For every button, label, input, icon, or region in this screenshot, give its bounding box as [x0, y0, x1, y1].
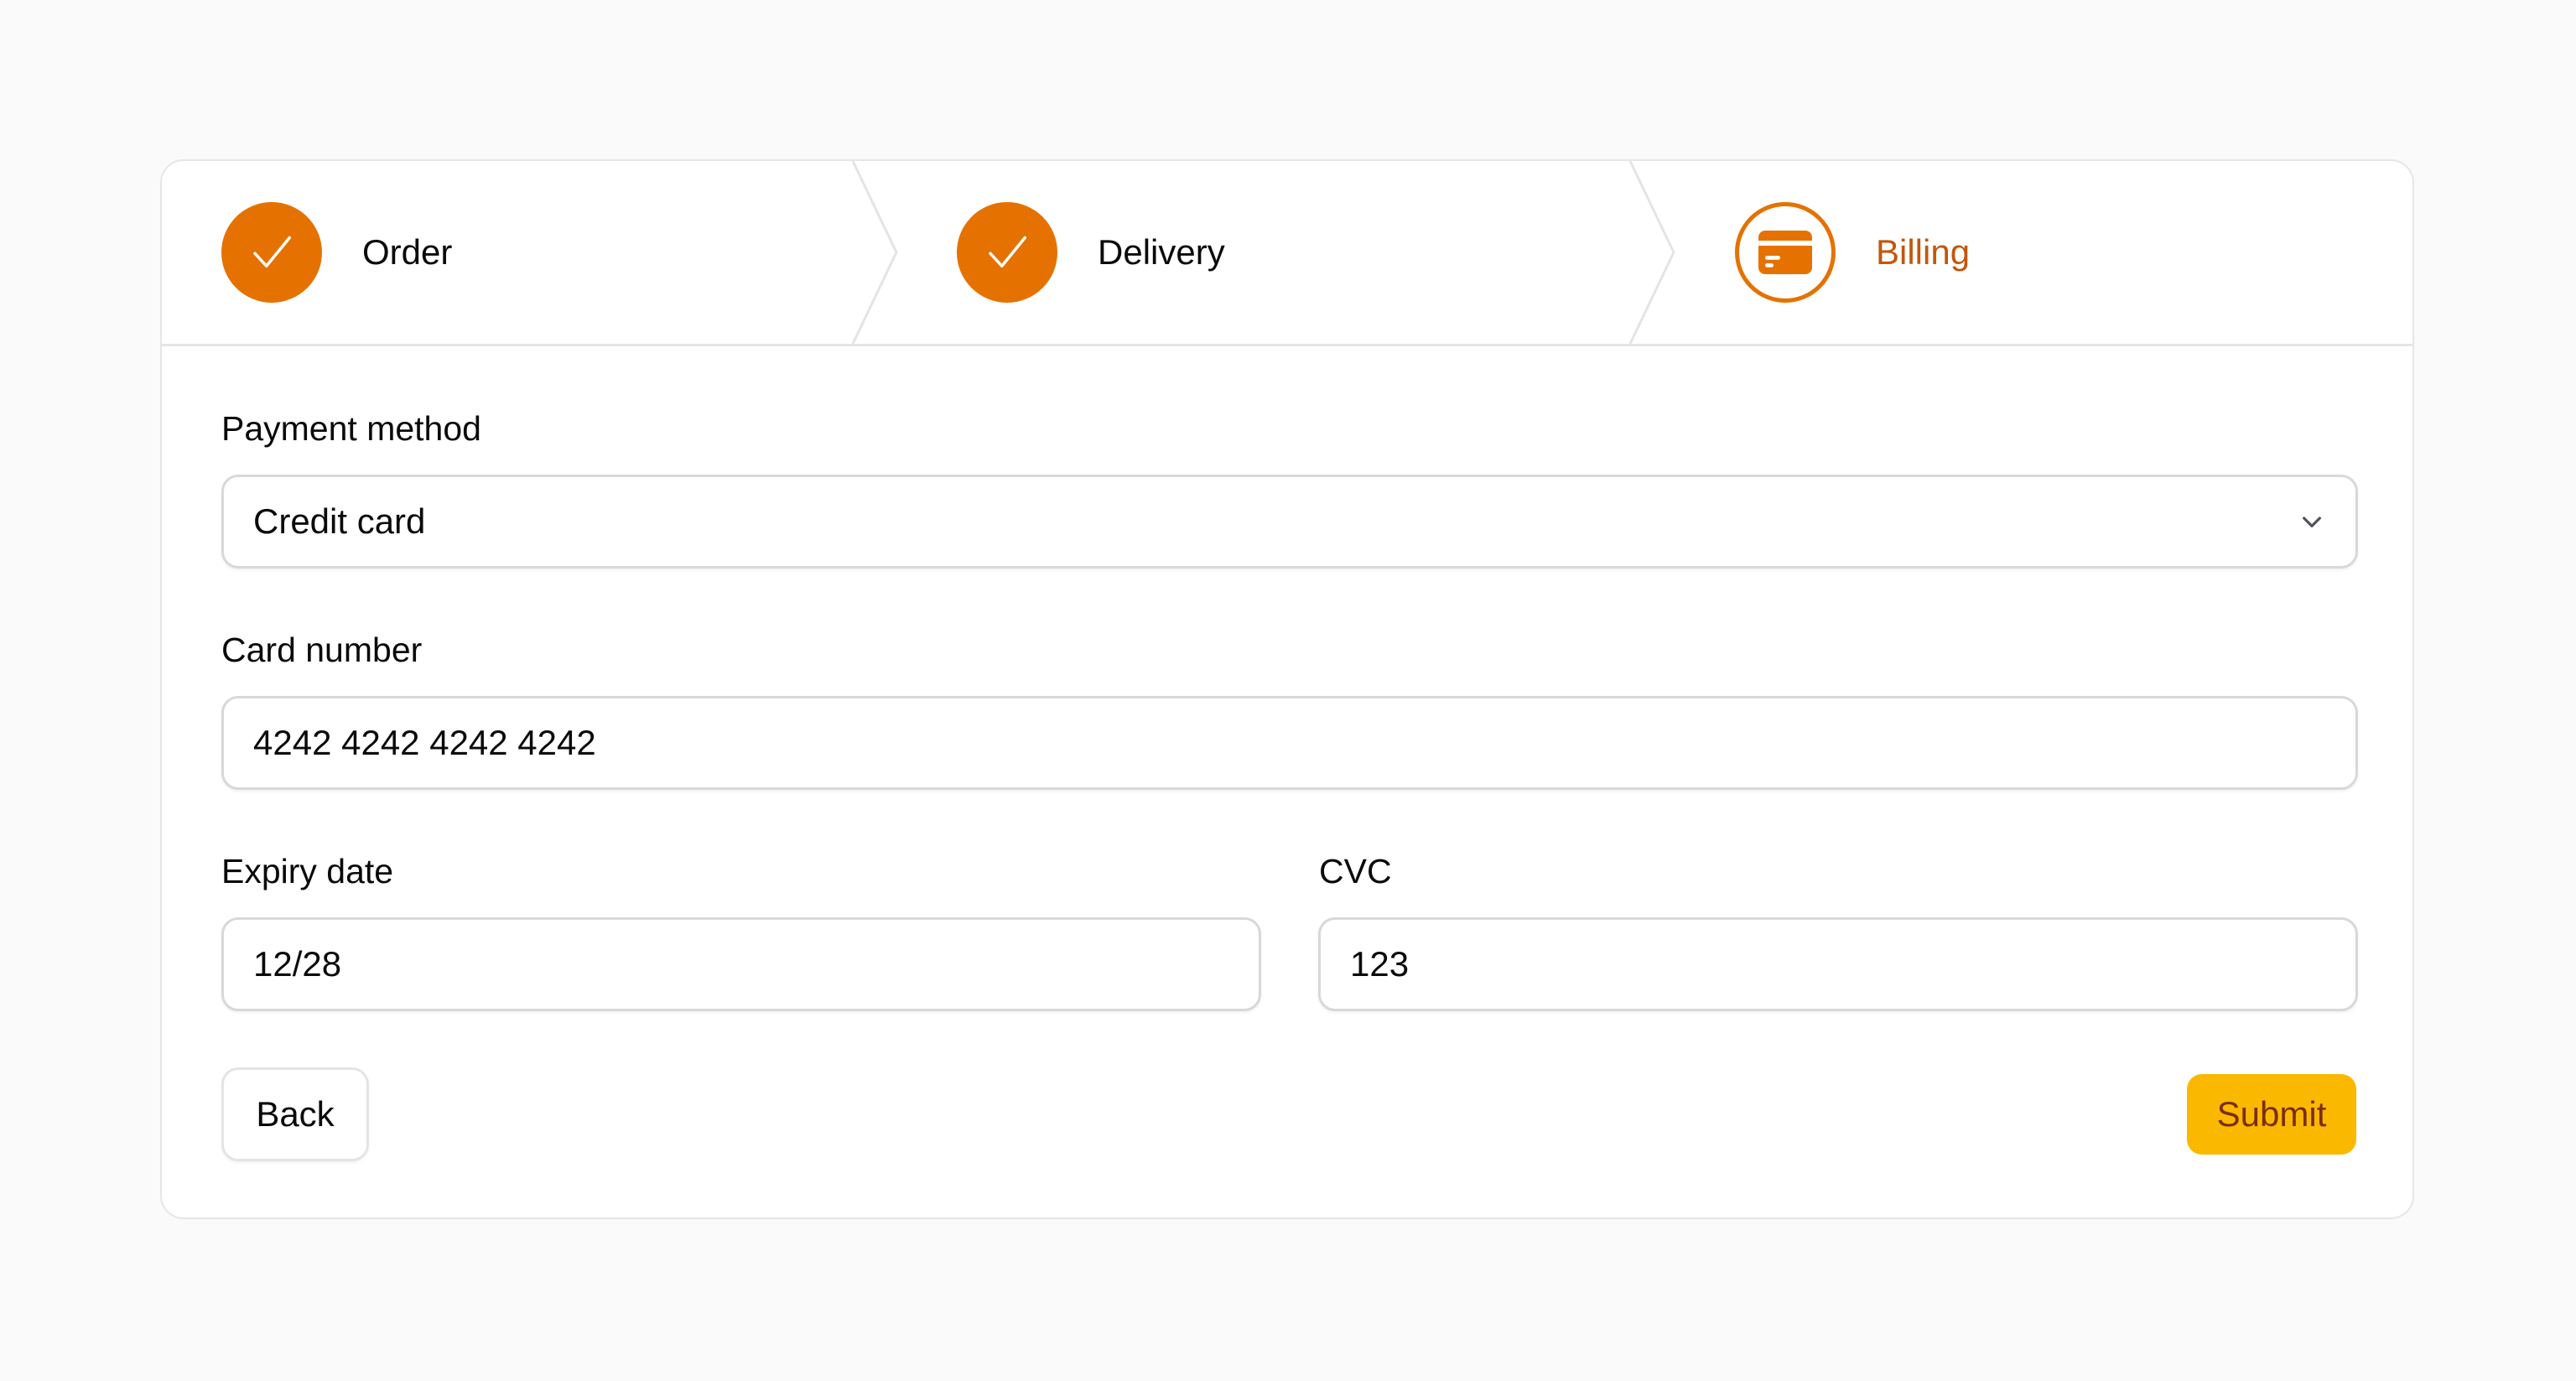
expiry-date-label: Expiry date [221, 852, 394, 890]
step-delivery[interactable]: Delivery [957, 161, 1225, 344]
card-number-value: 4242 4242 4242 4242 [253, 723, 596, 762]
step-delivery-status [957, 202, 1057, 303]
credit-card-icon [1758, 231, 1812, 274]
payment-method-value: Credit card [253, 501, 426, 541]
cvc-label: CVC [1319, 852, 1392, 890]
card-number-label: Card number [221, 631, 423, 669]
payment-method-label: Payment method [221, 409, 481, 448]
step-divider [851, 161, 898, 344]
expiry-date-input[interactable]: 12/28 [221, 917, 1261, 1011]
check-icon [253, 236, 291, 267]
step-billing-status [1735, 202, 1836, 303]
step-billing-label: Billing [1876, 232, 1971, 272]
cvc-value: 123 [1350, 944, 1410, 984]
back-button[interactable]: Back [221, 1067, 369, 1161]
cvc-input[interactable]: 123 [1318, 917, 2358, 1011]
step-divider [1628, 161, 1675, 344]
step-order[interactable]: Order [221, 161, 452, 344]
card-number-input[interactable]: 4242 4242 4242 4242 [221, 696, 2358, 790]
step-order-label: Order [362, 232, 453, 272]
stepper: Order Delivery Billing [162, 161, 2412, 346]
chevron-down-icon [2303, 517, 2321, 527]
expiry-date-value: 12/28 [253, 944, 342, 984]
check-icon [989, 236, 1026, 267]
step-delivery-label: Delivery [1098, 232, 1225, 272]
payment-method-select[interactable]: Credit card [221, 475, 2358, 568]
step-billing[interactable]: Billing [1735, 161, 1970, 344]
step-order-status [221, 202, 322, 303]
submit-button[interactable]: Submit [2187, 1074, 2356, 1155]
checkout-card: Order Delivery Billing Payment method Cr… [160, 159, 2414, 1219]
